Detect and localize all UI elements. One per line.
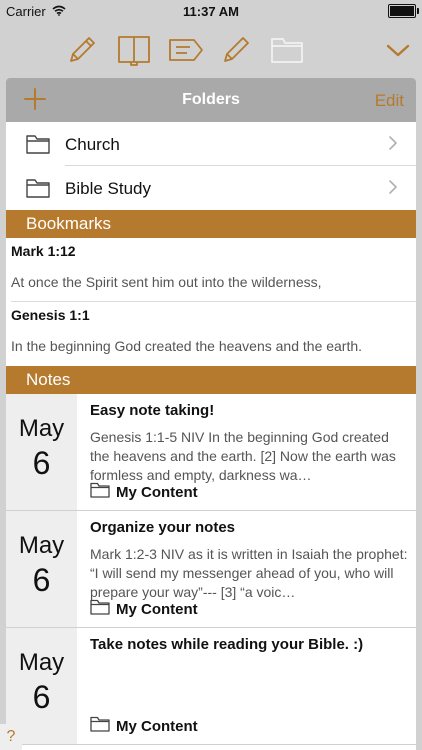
folder-icon xyxy=(26,178,50,203)
note-day: 6 xyxy=(32,445,51,481)
folder-icon xyxy=(90,716,110,736)
note-folder: My Content xyxy=(90,482,198,502)
note-preview: Mark 1:2-3 NIV as it is written in Isaia… xyxy=(90,546,408,600)
bookmark-reference: Mark 1:12 xyxy=(11,243,76,259)
note-preview xyxy=(90,662,408,719)
add-folder-icon[interactable] xyxy=(22,86,48,112)
note-title: Easy note taking! xyxy=(90,402,215,419)
note-folder: My Content xyxy=(90,716,198,736)
bookmark-item[interactable]: Genesis 1:1 In the beginning God created… xyxy=(6,302,416,366)
help-button[interactable]: ? xyxy=(0,724,22,750)
status-bar: Carrier 11:37 AM xyxy=(0,0,422,22)
folder-row-church[interactable]: Church xyxy=(6,122,416,166)
note-folder-label: My Content xyxy=(116,717,198,735)
note-folder: My Content xyxy=(90,599,198,619)
note-month: May xyxy=(18,649,65,676)
edit-pencil-icon[interactable] xyxy=(217,32,255,68)
note-month: May xyxy=(18,532,65,559)
chevron-right-icon xyxy=(388,135,398,156)
clock: 11:37 AM xyxy=(183,3,239,19)
folder-icon xyxy=(26,134,50,159)
folder-label: Bible Study xyxy=(65,179,151,198)
folders-panel: Folders Edit Church Bible Study Bookmark… xyxy=(6,78,416,750)
note-month: May xyxy=(18,415,65,442)
note-item[interactable]: May 6 Organize your notes Mark 1:2-3 NIV… xyxy=(6,511,416,628)
note-preview: Genesis 1:1-5 NIV In the beginning God c… xyxy=(90,429,396,483)
new-note-pencil-icon[interactable] xyxy=(63,32,101,68)
note-title: Take notes while reading your Bible. :) xyxy=(90,636,364,653)
bookmark-reference: Genesis 1:1 xyxy=(11,307,90,323)
note-item[interactable]: May 6 Take notes while reading your Bibl… xyxy=(6,628,416,745)
chevron-right-icon xyxy=(388,179,398,200)
note-folder-label: My Content xyxy=(116,600,198,618)
note-day: 6 xyxy=(32,562,51,598)
bookmarks-header: Bookmarks xyxy=(6,210,416,238)
folder-row-bible-study[interactable]: Bible Study xyxy=(6,166,416,210)
bookmark-item[interactable]: Mark 1:12 At once the Spirit sent him ou… xyxy=(6,238,416,302)
folder-icon[interactable] xyxy=(268,32,306,68)
book-icon[interactable] xyxy=(115,32,153,68)
note-item[interactable]: May 6 Easy note taking! Genesis 1:1-5 NI… xyxy=(6,394,416,511)
note-date: May 6 xyxy=(6,511,77,627)
folder-label: Church xyxy=(65,135,120,154)
folders-title: Folders xyxy=(182,91,240,108)
folder-icon xyxy=(90,599,110,619)
folder-icon xyxy=(90,482,110,502)
note-folder-label: My Content xyxy=(116,483,198,501)
battery-icon xyxy=(388,4,419,18)
note-date: May 6 xyxy=(6,394,77,510)
note-title: Organize your notes xyxy=(90,519,236,536)
notes-header: Notes xyxy=(6,366,416,394)
folders-header: Folders Edit xyxy=(6,78,416,122)
edit-button[interactable]: Edit xyxy=(375,91,404,111)
tag-icon[interactable] xyxy=(167,32,205,68)
bookmark-text: In the beginning God created the heavens… xyxy=(11,338,363,354)
chevron-down-icon[interactable] xyxy=(379,32,417,68)
note-day: 6 xyxy=(32,679,51,715)
top-toolbar xyxy=(0,22,422,78)
bookmark-text: At once the Spirit sent him out into the… xyxy=(11,274,322,290)
